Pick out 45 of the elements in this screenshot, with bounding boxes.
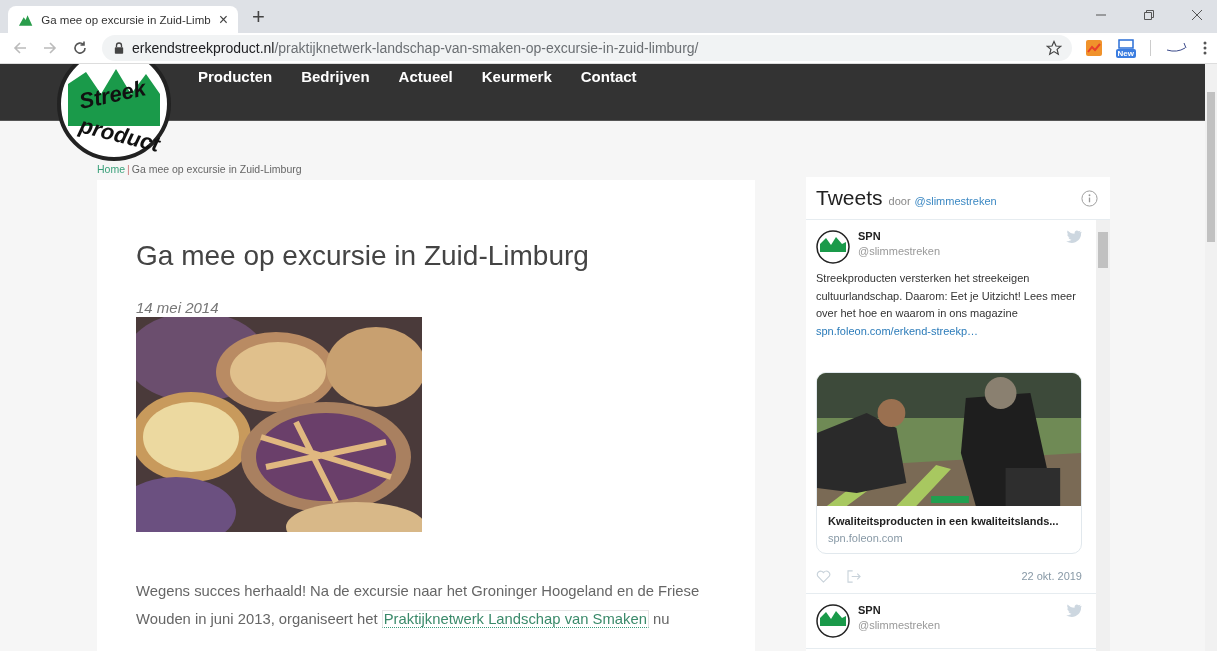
- star-icon[interactable]: [1045, 40, 1062, 56]
- avatar-logo: [816, 230, 850, 264]
- avatar-logo: [816, 603, 850, 638]
- widget-title: Tweets: [816, 186, 883, 210]
- address-field[interactable]: erkendstreekproduct.nl/praktijknetwerk-landschap-van-smaken-op-excursie-in-zuid-limburg/: [102, 35, 1072, 61]
- scrollbar[interactable]: [1096, 220, 1110, 651]
- nav-link[interactable]: Contact: [580, 68, 637, 86]
- page-scrollbar[interactable]: [1205, 64, 1217, 651]
- nav-link[interactable]: Actueel: [398, 68, 453, 86]
- nav-link[interactable]: Bedrijven: [301, 68, 370, 86]
- breadcrumb-separator: |: [127, 163, 130, 175]
- nav-link[interactable]: Keurmerk: [481, 68, 552, 86]
- card-title: Kwaliteitsproducten in een kwaliteitslands...: [828, 514, 1060, 527]
- new-tab-button[interactable]: +: [252, 4, 265, 30]
- lock-icon: [114, 42, 124, 54]
- forward-icon[interactable]: [42, 40, 58, 56]
- tweet-author[interactable]: SPN: [858, 603, 941, 616]
- bird-icon[interactable]: [1065, 230, 1082, 244]
- menu-icon[interactable]: [1203, 40, 1207, 56]
- info-icon[interactable]: [1081, 189, 1098, 207]
- reload-icon[interactable]: [72, 40, 88, 56]
- widget-byline: door: [888, 194, 911, 207]
- new-badge: New: [1115, 48, 1136, 58]
- breadcrumb-current: Ga mee op excursie in Zuid-Limburg: [131, 163, 302, 175]
- inline-link[interactable]: Praktijknetwerk Landschap van Smaken: [381, 610, 649, 628]
- nav-link[interactable]: Producten: [198, 68, 273, 86]
- tweet-text: Streekproducten versterken het streekeigen cultuurlandschap. Daarom: Eet je Uitzicht! Lees meer over het hoe en waarom in ons magazine: [816, 271, 1077, 321]
- close-tab-button[interactable]: ×: [218, 10, 228, 29]
- back-icon[interactable]: [12, 40, 28, 56]
- article-title: Ga mee op excursie in Zuid-Limburg: [136, 240, 590, 272]
- card-domain: spn.foleon.com: [828, 531, 904, 544]
- bird-icon[interactable]: [1065, 603, 1082, 618]
- tweet-author[interactable]: SPN: [858, 230, 941, 242]
- link-card[interactable]: Kwaliteitsproducten in een kwaliteitslands... spn.foleon.com: [816, 371, 1082, 554]
- close-icon[interactable]: [1191, 9, 1203, 21]
- article-date: 14 mei 2014: [136, 299, 220, 316]
- restore-icon[interactable]: [1143, 9, 1155, 21]
- heart-icon[interactable]: [816, 569, 831, 583]
- browser-tab[interactable]: Ga mee op excursie in Zuid-Limb ×: [8, 6, 238, 33]
- tweet-link[interactable]: spn.foleon.com/erkend-streekp…: [816, 322, 1082, 340]
- chart-extension-icon[interactable]: [1085, 40, 1102, 56]
- share-icon[interactable]: [847, 569, 862, 583]
- article-paragraph: Wegens succes herhaald! Na de excursie naar het Groninger Hoogeland en de Friese Wouden in juni 2013, organiseert het Praktijknetwerk Landschap van Smaken nu: [136, 582, 701, 630]
- tab-title: Ga mee op excursie in Zuid-Limb: [41, 13, 211, 26]
- handle-link[interactable]: @slimmestreken: [914, 194, 997, 207]
